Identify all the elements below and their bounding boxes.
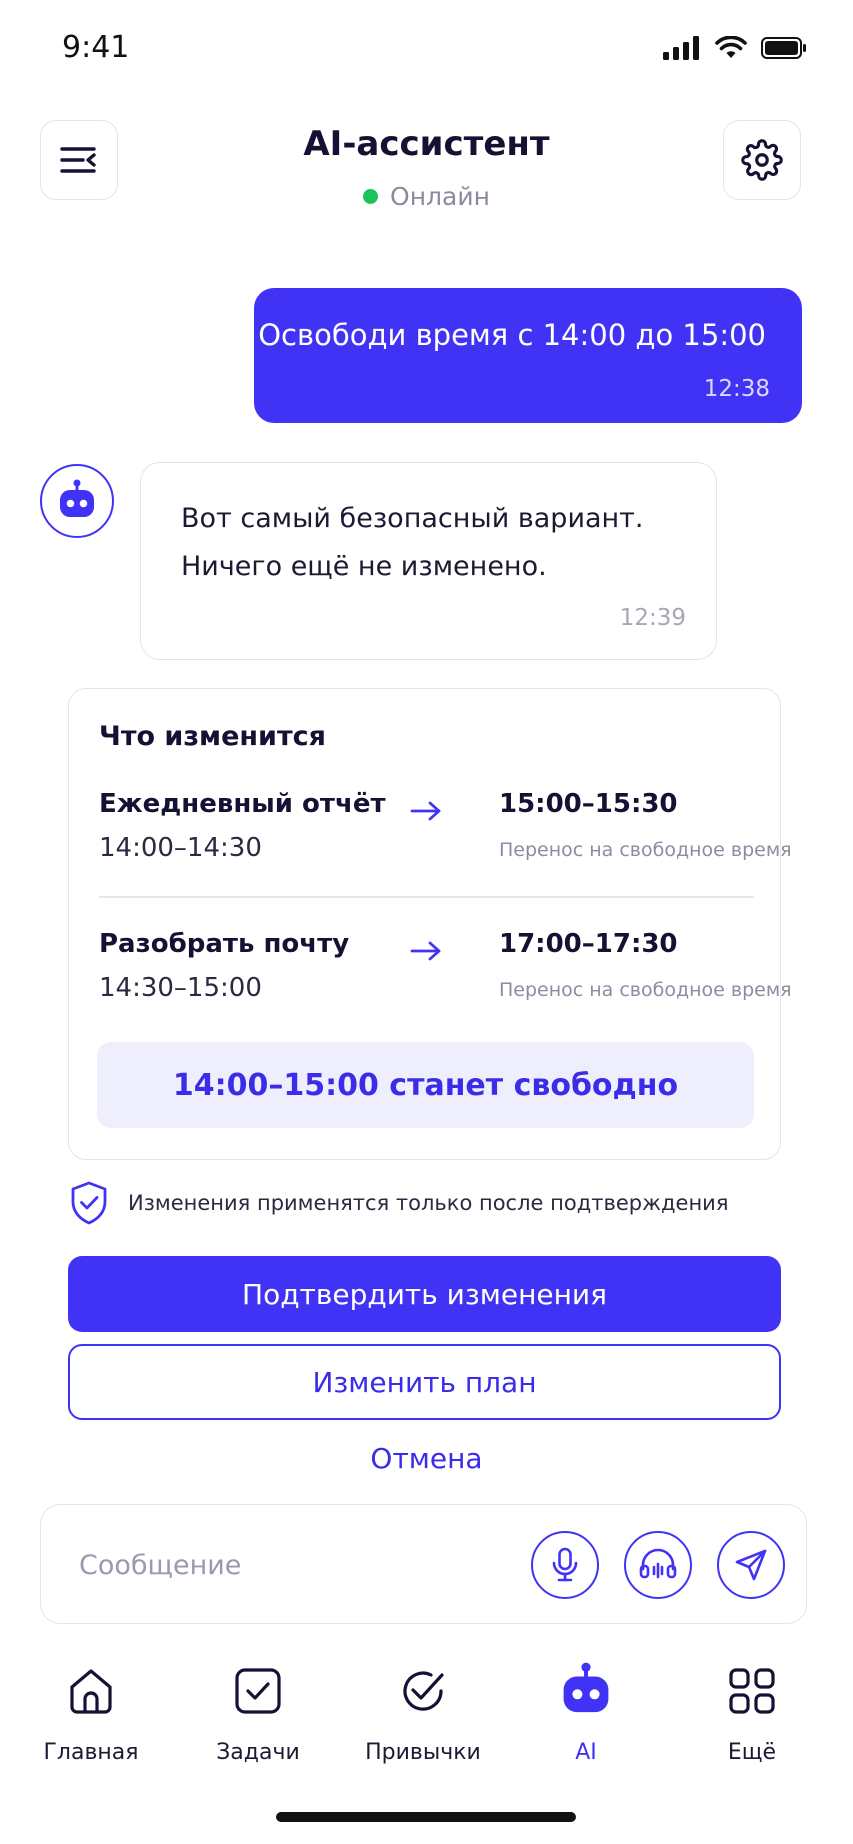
confirmation-note-text: Изменения применятся только после подтве…	[128, 1191, 729, 1215]
tab-tasks[interactable]: Задачи	[183, 1660, 333, 1780]
assistant-message: Вот самый безопасный вариант. Ничего ещё…	[140, 462, 717, 660]
gear-icon	[741, 139, 783, 181]
settings-button[interactable]	[723, 120, 801, 200]
old-time: 14:00–14:30	[99, 833, 262, 863]
tab-home[interactable]: Главная	[16, 1660, 166, 1780]
message-input[interactable]	[79, 1541, 519, 1589]
divider	[99, 896, 754, 898]
tab-label: AI	[575, 1740, 597, 1765]
send-icon	[735, 1549, 767, 1581]
tab-habits-icon-wrap	[397, 1660, 449, 1722]
confirmation-note: Изменения применятся только после подтве…	[68, 1180, 728, 1226]
cellular-signal-icon	[663, 36, 699, 60]
home-indicator	[276, 1812, 576, 1822]
tab-label: Привычки	[365, 1740, 481, 1765]
new-time: 15:00–15:30	[499, 789, 678, 819]
tab-ai[interactable]: AI	[511, 1660, 661, 1780]
assistant-avatar	[40, 464, 114, 538]
status-bar: 9:41	[0, 0, 853, 100]
confirm-changes-button[interactable]: Подтвердить изменения	[68, 1256, 781, 1332]
assistant-message-line-1: Вот самый безопасный вариант.	[181, 503, 644, 534]
tab-bar: Главная Задачи Привычки AI Ещё	[0, 1650, 853, 1790]
changes-title: Что изменится	[99, 721, 326, 752]
old-time: 14:30–15:00	[99, 973, 262, 1003]
tab-ai-icon-wrap	[557, 1660, 615, 1722]
user-message-text: Освободи время с 14:00 до 15:00	[258, 318, 766, 352]
user-message: Освободи время с 14:00 до 15:00 12:38	[254, 288, 802, 423]
robot-icon	[60, 479, 94, 517]
shield-check-icon	[71, 1181, 107, 1225]
task-name: Ежедневный отчёт	[99, 789, 386, 819]
home-icon	[70, 1669, 112, 1714]
changes-card: Что изменится Ежедневный отчёт 14:00–14:…	[68, 688, 792, 1160]
send-button[interactable]	[717, 1531, 785, 1599]
headset-icon	[639, 1548, 677, 1579]
tab-more[interactable]: Ещё	[677, 1660, 827, 1780]
circle-check-icon	[403, 1671, 444, 1711]
online-status-label: Онлайн	[390, 182, 490, 211]
checkbox-icon	[235, 1668, 281, 1714]
change-item: Разобрать почту 14:30–15:00 17:00–17:30 …	[99, 929, 792, 1049]
robot-icon	[563, 1662, 609, 1713]
new-time: 17:00–17:30	[499, 929, 678, 959]
online-indicator	[363, 189, 379, 204]
header: AI-ассистент Онлайн	[0, 100, 853, 230]
assistant-message-line-2: Ничего ещё не изменено.	[181, 551, 547, 582]
arrow-right-icon	[410, 801, 441, 821]
tab-label: Задачи	[216, 1740, 300, 1765]
microphone-icon	[552, 1547, 578, 1582]
tab-habits[interactable]: Привычки	[348, 1660, 498, 1780]
tab-tasks-icon-wrap	[233, 1660, 283, 1722]
status-time: 9:41	[62, 30, 130, 65]
change-note: Перенос на свободное время	[499, 979, 792, 1001]
tab-more-icon-wrap	[727, 1660, 777, 1722]
task-name: Разобрать почту	[99, 929, 350, 959]
wifi-icon	[715, 36, 747, 58]
user-message-time: 12:38	[703, 376, 770, 402]
battery-icon	[761, 37, 806, 59]
message-composer	[40, 1504, 807, 1624]
change-item: Ежедневный отчёт 14:00–14:30 15:00–15:30…	[99, 789, 792, 909]
arrow-right-icon	[410, 941, 441, 961]
voice-mode-button[interactable]	[624, 1531, 692, 1599]
tab-home-icon-wrap	[65, 1660, 117, 1722]
tab-label: Ещё	[727, 1740, 777, 1765]
microphone-button[interactable]	[531, 1531, 599, 1599]
assistant-message-time: 12:39	[619, 605, 686, 631]
cancel-button[interactable]: Отмена	[0, 1442, 853, 1475]
grid-icon	[729, 1668, 775, 1714]
status-icons	[663, 36, 807, 60]
change-note: Перенос на свободное время	[499, 839, 792, 861]
freed-time-banner: 14:00–15:00 станет свободно	[97, 1042, 754, 1128]
tab-label: Главная	[43, 1740, 139, 1765]
edit-plan-button[interactable]: Изменить план	[68, 1344, 781, 1420]
